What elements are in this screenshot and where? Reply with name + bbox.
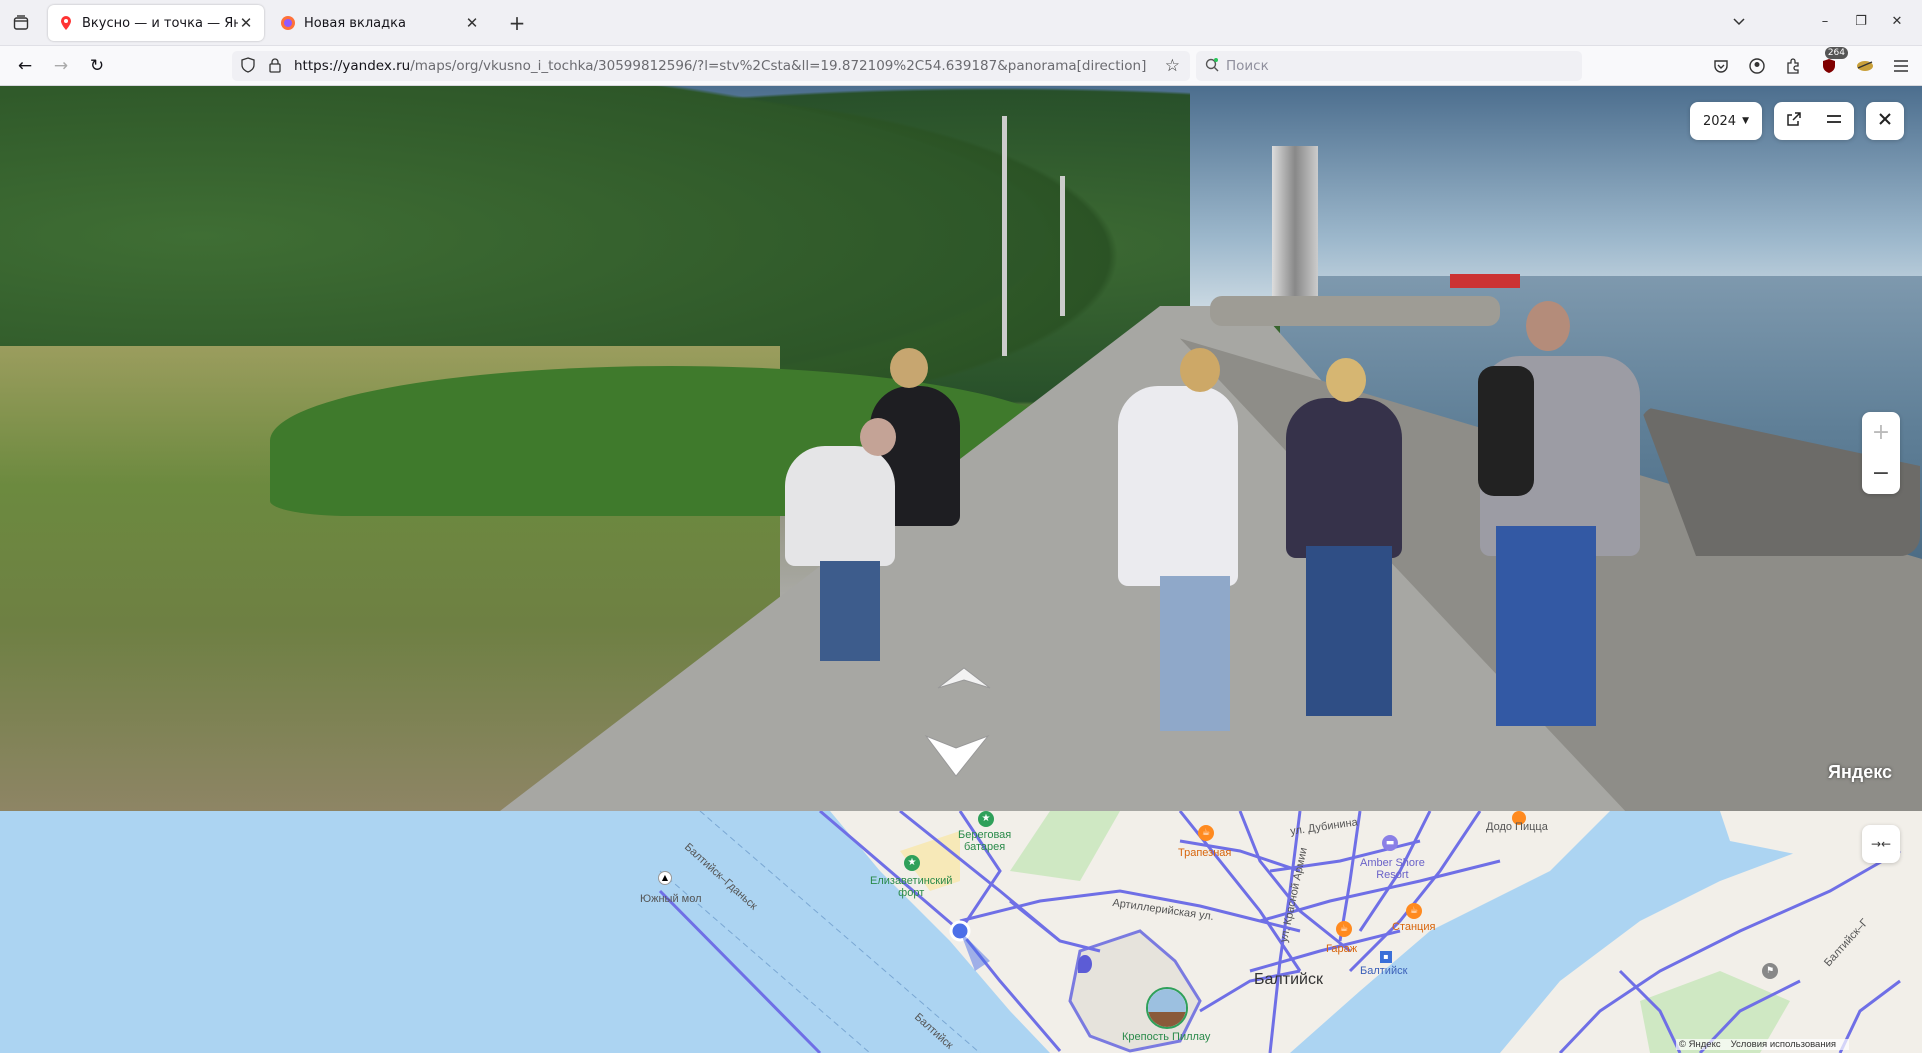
- close-tab-icon[interactable]: ✕: [464, 15, 480, 31]
- minimize-icon[interactable]: –: [1812, 8, 1838, 34]
- poi-south-pier[interactable]: Южный мол: [640, 893, 702, 905]
- mini-map[interactable]: Балтийск–Гданьск Балтийск Артиллерийская…: [0, 811, 1922, 1053]
- map-copyright: © Яндекс Условия использования: [1676, 1039, 1850, 1050]
- restore-icon[interactable]: ❐: [1848, 8, 1874, 34]
- tab-list-icon[interactable]: [10, 12, 32, 34]
- close-window-icon[interactable]: ✕: [1884, 8, 1910, 34]
- ublock-icon[interactable]: 264: [1816, 47, 1848, 79]
- cafe-icon[interactable]: ☕: [1336, 921, 1352, 937]
- map-south-pier: [658, 889, 822, 1053]
- reload-icon[interactable]: ↻: [84, 53, 110, 79]
- poi-dodo-pizza[interactable]: Додо Пицца: [1486, 821, 1548, 833]
- collapse-arrows-icon: →←: [1870, 837, 1892, 851]
- extension-badge: 264: [1824, 47, 1848, 59]
- search-placeholder: Поиск: [1226, 58, 1269, 74]
- url-path: /maps/org/vkusno_i_tochka/30599812596/?l…: [410, 58, 1146, 74]
- pano-nav-arrows: [924, 667, 991, 777]
- tab-new-tab[interactable]: Новая вкладка ✕: [270, 5, 490, 41]
- back-arrow-icon[interactable]: ←: [12, 53, 38, 79]
- forward-arrow-icon[interactable]: →: [48, 53, 74, 79]
- tab-label: Новая вкладка: [304, 15, 406, 31]
- poi-trapeznaya[interactable]: Трапезная: [1178, 847, 1231, 859]
- tab-yandex-maps[interactable]: Вкусно — и точка — Яндекс ✕: [48, 5, 264, 41]
- extensions-icon[interactable]: [1780, 53, 1806, 79]
- bus-stop-icon[interactable]: ▪: [1380, 951, 1392, 963]
- hotel-icon[interactable]: ▬: [1382, 835, 1398, 851]
- firefox-icon: [280, 15, 296, 31]
- flag-poi-icon[interactable]: ⚑: [1762, 963, 1778, 979]
- poi-elizabeth-fort[interactable]: Елизаветинский форт: [870, 875, 952, 899]
- collapse-map-button[interactable]: →←: [1862, 825, 1900, 863]
- poi-station[interactable]: Станция: [1392, 921, 1435, 933]
- street-panorama[interactable]: 2024 ▼ + − Яндекс: [0, 86, 1922, 811]
- star-poi-icon[interactable]: ★: [978, 811, 994, 827]
- nav-bar: ← → ↻ https://yandex.ru/maps/org/vkusno_…: [0, 46, 1922, 86]
- poi-garage[interactable]: Гараж: [1326, 943, 1357, 955]
- search-icon: [1204, 57, 1220, 77]
- backward-arrow[interactable]: [924, 734, 990, 777]
- chevron-down-icon[interactable]: [1726, 8, 1752, 34]
- tab-bar: Вкусно — и точка — Яндекс ✕ Новая вкладк…: [0, 0, 1922, 46]
- star-poi-icon[interactable]: ★: [904, 855, 920, 871]
- cafe-icon[interactable]: ☕: [1406, 903, 1422, 919]
- map-pin-icon: [58, 15, 74, 31]
- cafe-icon[interactable]: ☕: [1198, 825, 1214, 841]
- shield-icon[interactable]: [240, 57, 256, 77]
- forward-arrow[interactable]: [937, 667, 991, 689]
- window-controls: – ❐ ✕: [1726, 8, 1922, 34]
- lighthouse-icon[interactable]: ▲: [658, 871, 672, 885]
- hamburger-menu-icon[interactable]: [1888, 53, 1914, 79]
- new-tab-button[interactable]: +: [506, 12, 528, 34]
- city-label: Балтийск: [1254, 971, 1323, 988]
- lock-icon[interactable]: [268, 57, 282, 77]
- pocket-icon[interactable]: [1708, 53, 1734, 79]
- museum-pin-icon[interactable]: [1078, 955, 1092, 973]
- url-bar[interactable]: https://yandex.ru/maps/org/vkusno_i_toch…: [232, 51, 1190, 81]
- yandex-watermark: Яндекс: [1828, 762, 1893, 782]
- poi-pillau-fortress[interactable]: Крепость Пиллау: [1122, 1031, 1210, 1043]
- star-bookmark-icon[interactable]: ☆: [1165, 56, 1180, 76]
- bus-stop-label[interactable]: Балтийск: [1360, 965, 1407, 977]
- poi-amber-shore[interactable]: Amber Shore Resort: [1360, 857, 1425, 881]
- fortress-photo-icon[interactable]: [1146, 987, 1188, 1029]
- url-host: https://yandex.ru: [294, 58, 411, 74]
- account-icon[interactable]: [1744, 53, 1770, 79]
- addon-icon[interactable]: [1852, 53, 1878, 79]
- tab-label: Вкусно — и точка — Яндекс: [82, 15, 238, 31]
- search-input[interactable]: Поиск: [1196, 51, 1582, 81]
- terms-link[interactable]: Условия использования: [1731, 1039, 1836, 1050]
- toolbar-icons: 264: [1708, 47, 1914, 79]
- url-text: https://yandex.ru/maps/org/vkusno_i_toch…: [294, 58, 1146, 74]
- poi-coastal-battery[interactable]: Береговая батарея: [958, 829, 1011, 853]
- copyright-text: © Яндекс: [1679, 1039, 1721, 1050]
- close-tab-icon[interactable]: ✕: [238, 15, 254, 31]
